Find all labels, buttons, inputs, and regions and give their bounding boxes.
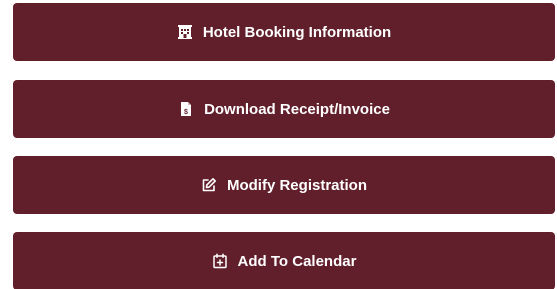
modify-registration-button[interactable]: Modify Registration — [13, 156, 555, 214]
hotel-icon — [177, 24, 193, 40]
calendar-plus-icon — [212, 253, 228, 269]
modify-registration-label: Modify Registration — [226, 176, 367, 194]
download-receipt-invoice-button[interactable]: $ Download Receipt/Invoice — [13, 80, 555, 138]
hotel-booking-information-button[interactable]: Hotel Booking Information — [13, 3, 555, 61]
edit-icon — [201, 177, 217, 193]
hotel-booking-information-label: Hotel Booking Information — [202, 23, 392, 41]
add-to-calendar-button[interactable]: Add To Calendar — [13, 232, 555, 289]
invoice-file-icon: $ — [178, 101, 194, 117]
svg-text:$: $ — [184, 109, 188, 116]
action-button-list: Hotel Booking Information $ Download Rec… — [0, 0, 557, 289]
download-receipt-invoice-label: Download Receipt/Invoice — [204, 100, 390, 118]
add-to-calendar-label: Add To Calendar — [237, 252, 357, 270]
